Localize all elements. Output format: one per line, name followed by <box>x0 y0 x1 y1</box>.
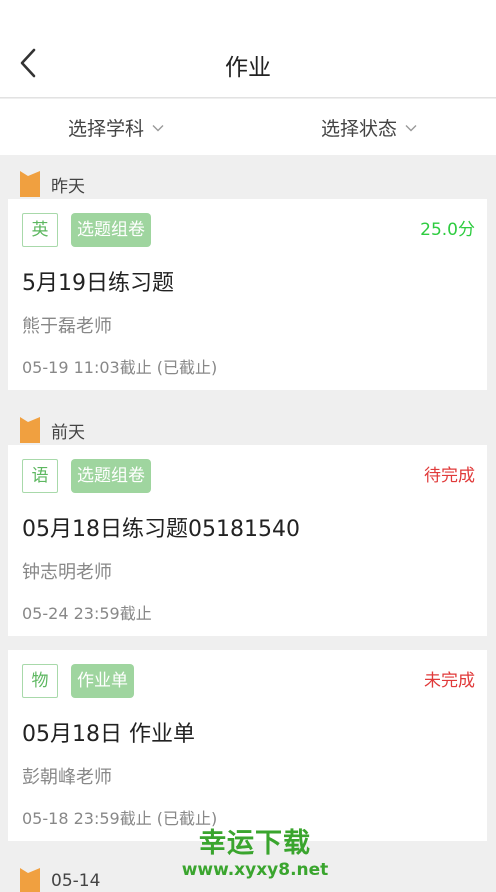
watermark-url: www.xyxy8.net <box>181 860 329 880</box>
homework-title: 5月19日练习题 <box>22 271 174 296</box>
teacher-name: 彭朝峰老师 <box>22 767 112 788</box>
homework-type-tag: 作业单 <box>71 664 134 698</box>
date-group-header: 昨天 <box>20 171 85 197</box>
subject-filter-label: 选择学科 <box>68 118 145 140</box>
date-group-label: 前天 <box>51 422 85 443</box>
homework-card[interactable]: 语 选题组卷 待完成 05月18日练习题05181540 钟志明老师 05-24… <box>8 445 487 636</box>
teacher-name: 钟志明老师 <box>22 562 112 583</box>
homework-type-tag: 选题组卷 <box>71 459 151 493</box>
chevron-down-icon <box>405 124 417 131</box>
top-bar: 作业 <box>0 0 496 98</box>
homework-title: 05月18日 作业单 <box>22 722 195 747</box>
watermark-title: 幸运下载 <box>199 828 311 859</box>
homework-title: 05月18日练习题05181540 <box>22 517 300 542</box>
bookmark-flag-icon <box>20 868 40 892</box>
bookmark-flag-icon <box>20 417 40 443</box>
subject-badge: 物 <box>22 664 58 698</box>
deadline-text: 05-24 23:59截止 <box>22 604 152 623</box>
deadline-text: 05-19 11:03截止 (已截止) <box>22 358 218 377</box>
homework-card[interactable]: 英 选题组卷 25.0分 5月19日练习题 熊于磊老师 05-19 11:03截… <box>8 199 487 390</box>
bookmark-flag-icon <box>20 171 40 197</box>
watermark: 幸运下载 www.xyxy8.net <box>180 828 330 880</box>
homework-card[interactable]: 物 作业单 未完成 05月18日 作业单 彭朝峰老师 05-18 23:59截止… <box>8 650 487 841</box>
filter-bar: 选择学科 选择状态 <box>0 99 496 155</box>
deadline-text: 05-18 23:59截止 (已截止) <box>22 809 218 828</box>
chevron-down-icon <box>152 124 164 131</box>
date-group-label: 05-14 <box>51 871 101 891</box>
subject-badge: 语 <box>22 459 58 493</box>
subject-filter-dropdown[interactable]: 选择学科 <box>68 114 164 141</box>
status-filter-dropdown[interactable]: 选择状态 <box>321 114 417 141</box>
homework-status: 未完成 <box>424 671 475 691</box>
teacher-name: 熊于磊老师 <box>22 316 112 337</box>
subject-badge: 英 <box>22 213 58 247</box>
homework-status: 待完成 <box>424 466 475 486</box>
homework-type-tag: 选题组卷 <box>71 213 151 247</box>
homework-score: 25.0分 <box>420 220 475 240</box>
date-group-label: 昨天 <box>51 176 85 197</box>
date-group-header: 05-14 <box>20 868 100 892</box>
page-title: 作业 <box>225 55 271 81</box>
date-group-header: 前天 <box>20 417 85 443</box>
status-filter-label: 选择状态 <box>321 118 398 140</box>
